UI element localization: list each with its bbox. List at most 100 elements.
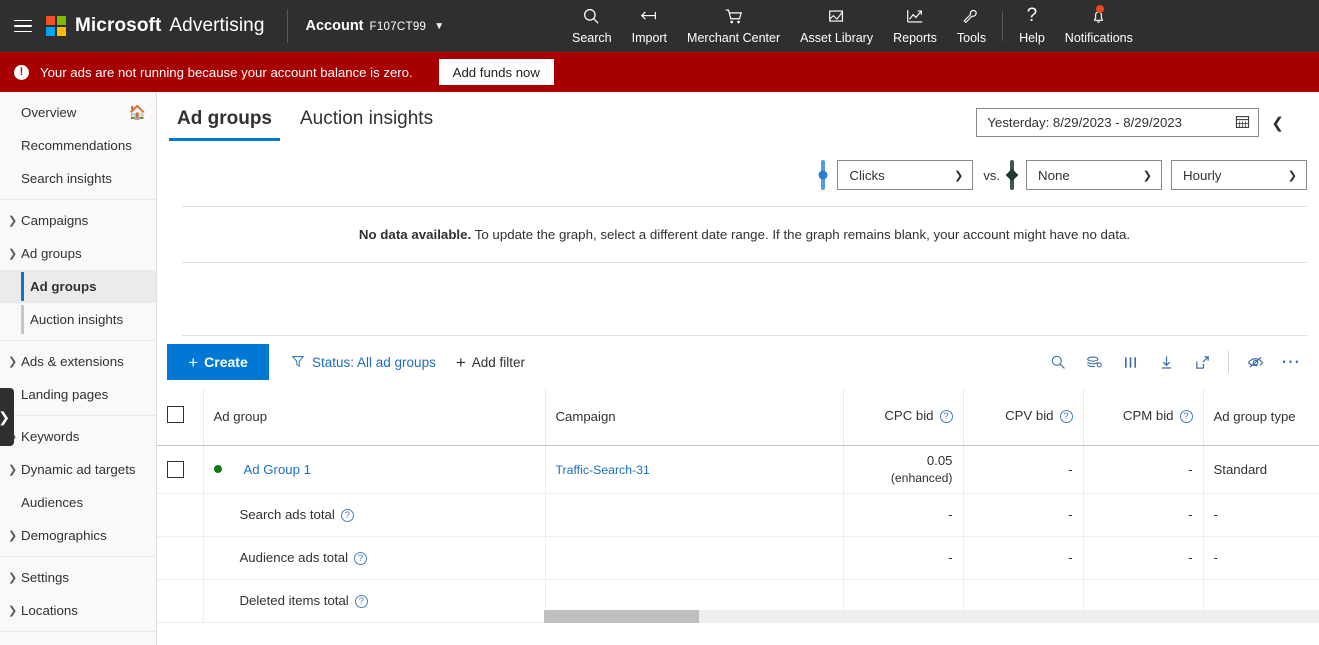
nav-merchant-center[interactable]: Merchant Center (677, 0, 790, 45)
date-range-control: Yesterday: 8/29/2023 - 8/29/2023 ❮ (976, 108, 1284, 137)
nav-asset-library-label: Asset Library (800, 31, 874, 45)
search-icon[interactable] (1042, 346, 1074, 378)
sidebar-item-search-insights[interactable]: Search insights (0, 162, 156, 195)
vs-label: vs. (983, 167, 1000, 183)
granularity-select[interactable]: Hourly ❯ (1171, 160, 1307, 190)
tab-ad-groups[interactable]: Ad groups (169, 106, 280, 141)
column-header-cpv-bid-label: CPV bid (1005, 408, 1054, 424)
download-icon[interactable] (1150, 346, 1182, 378)
account-value: F107CT99 (369, 21, 427, 33)
sidebar-item-ads-extensions[interactable]: ❯ Ads & extensions (0, 345, 156, 378)
nav-tools[interactable]: Tools (947, 0, 996, 45)
import-arrow-icon (639, 4, 659, 28)
bell-icon (1089, 4, 1108, 28)
cell-cpm-bid: - (1083, 536, 1204, 580)
chevron-down-icon: ❯ (1287, 169, 1297, 182)
column-header-cpm-bid[interactable]: CPM bid? (1083, 388, 1204, 446)
nav-notifications[interactable]: Notifications (1055, 0, 1143, 45)
help-icon[interactable]: ? (354, 551, 368, 565)
select-all-checkbox[interactable] (167, 406, 184, 424)
select-all-cell (157, 388, 204, 446)
sidebar-item-overview[interactable]: Overview 🏠 (0, 96, 156, 129)
help-icon[interactable]: ? (354, 594, 368, 608)
sidebar-item-landing-pages[interactable]: Landing pages (0, 378, 156, 411)
nav-import-label: Import (631, 31, 668, 45)
hamburger-menu-icon[interactable] (14, 16, 32, 37)
table-row: Search ads total? - - - - (157, 493, 1319, 537)
column-header-ad-group[interactable]: Ad group (203, 388, 546, 446)
account-selector[interactable]: Account F107CT99 ▼ (306, 18, 445, 34)
nav-import[interactable]: Import (622, 0, 677, 45)
sidebar-item-settings[interactable]: ❯ Settings (0, 561, 156, 594)
nav-help[interactable]: ? Help (1009, 0, 1055, 45)
expand-icon[interactable] (1186, 346, 1218, 378)
cell-ad-group: Audience ads total? (203, 536, 546, 580)
header-nav: Search Import Merchant Center Asset Libr… (562, 0, 1143, 52)
columns-icon[interactable] (1114, 346, 1146, 378)
status-filter-chip[interactable]: Status: All ad groups (291, 354, 436, 371)
table-horizontal-scrollbar[interactable] (544, 609, 1319, 623)
sidebar-item-ad-groups-label: Ad groups (30, 279, 97, 294)
hide-eye-icon[interactable] (1239, 346, 1271, 378)
column-header-cpv-bid[interactable]: CPV bid? (963, 388, 1084, 446)
row-select-cell (157, 445, 204, 494)
sidebar-item-keywords[interactable]: ❯ Keywords (0, 420, 156, 453)
column-header-ad-group-type[interactable]: Ad group type (1203, 388, 1319, 446)
tab-auction-insights[interactable]: Auction insights (292, 106, 441, 141)
chevron-right-icon: ❯ (0, 409, 10, 426)
more-ellipsis-icon[interactable]: ⋯ (1275, 353, 1307, 372)
cell-campaign (545, 536, 844, 580)
sidebar-item-auction-insights[interactable]: Auction insights (0, 303, 156, 336)
chevron-right-icon: ❯ (8, 464, 18, 476)
nav-search-label: Search (572, 31, 612, 45)
top-header: Microsoft Advertising Account F107CT99 ▼… (0, 0, 1319, 52)
help-icon[interactable]: ? (939, 410, 953, 424)
help-icon[interactable]: ? (340, 508, 354, 522)
add-filter-button[interactable]: + Add filter (456, 354, 525, 371)
sidebar-item-keywords-label: Keywords (21, 429, 80, 444)
brand-logo[interactable]: Microsoft Advertising (46, 15, 265, 37)
microsoft-logo-icon (46, 16, 66, 36)
wrench-icon (961, 4, 981, 28)
sidebar-item-dynamic-ad-targets[interactable]: ❯ Dynamic ad targets (0, 453, 156, 486)
chart-metric-controls: Clicks ❯ vs. None ❯ Hourly ❯ (157, 142, 1319, 196)
sidebar-item-ad-groups-group[interactable]: ❯ Ad groups (0, 237, 156, 270)
sidebar-item-demographics[interactable]: ❯ Demographics (0, 519, 156, 552)
tab-ad-groups-label: Ad groups (177, 108, 272, 129)
row-checkbox[interactable] (167, 460, 184, 478)
secondary-metric-select[interactable]: None ❯ (1026, 160, 1162, 190)
add-funds-button[interactable]: Add funds now (438, 59, 554, 85)
sidebar-item-locations[interactable]: ❯ Locations (0, 594, 156, 627)
column-header-campaign[interactable]: Campaign (545, 388, 844, 446)
sidebar-section-1: Overview 🏠 Recommendations Search insigh… (0, 92, 156, 200)
segment-layers-icon[interactable] (1078, 346, 1110, 378)
column-header-cpc-bid[interactable]: CPC bid? (843, 388, 964, 446)
scrollbar-thumb[interactable] (544, 609, 699, 623)
help-icon[interactable]: ? (1179, 410, 1193, 424)
date-range-picker[interactable]: Yesterday: 8/29/2023 - 8/29/2023 (976, 108, 1260, 137)
ad-group-link[interactable]: Ad Group 1 (244, 462, 311, 477)
nav-search[interactable]: Search (562, 0, 622, 45)
campaign-link[interactable]: Traffic-Search-31 (556, 463, 650, 477)
help-icon[interactable]: ? (1059, 410, 1073, 424)
cell-campaign: Traffic-Search-31 (545, 445, 844, 494)
nav-asset-library[interactable]: Asset Library (790, 0, 883, 45)
account-balance-alert: ! Your ads are not running because your … (0, 52, 1319, 92)
nav-divider (1002, 11, 1004, 41)
table-row[interactable]: Ad Group 1 Traffic-Search-31 0.05 (enhan… (157, 445, 1319, 494)
sidebar-collapse-toggle[interactable]: ❯ (0, 388, 14, 446)
primary-metric-value: Clicks (849, 167, 885, 183)
nav-tools-label: Tools (956, 31, 987, 45)
create-button[interactable]: + Create (167, 344, 269, 380)
cell-ad-group: Ad Group 1 (203, 445, 546, 494)
left-sidebar: Overview 🏠 Recommendations Search insigh… (0, 92, 157, 645)
table-toolbar-actions: ⋯ (1042, 346, 1307, 378)
chevron-left-icon[interactable]: ❮ (1271, 114, 1284, 132)
nav-reports[interactable]: Reports (883, 0, 947, 45)
sidebar-item-recommendations[interactable]: Recommendations (0, 129, 156, 162)
sidebar-item-audiences[interactable]: Audiences (0, 486, 156, 519)
brand-microsoft-label: Microsoft (75, 15, 162, 36)
sidebar-item-campaigns[interactable]: ❯ Campaigns (0, 204, 156, 237)
primary-metric-select[interactable]: Clicks ❯ (837, 160, 974, 190)
sidebar-item-ad-groups[interactable]: Ad groups (0, 270, 156, 303)
